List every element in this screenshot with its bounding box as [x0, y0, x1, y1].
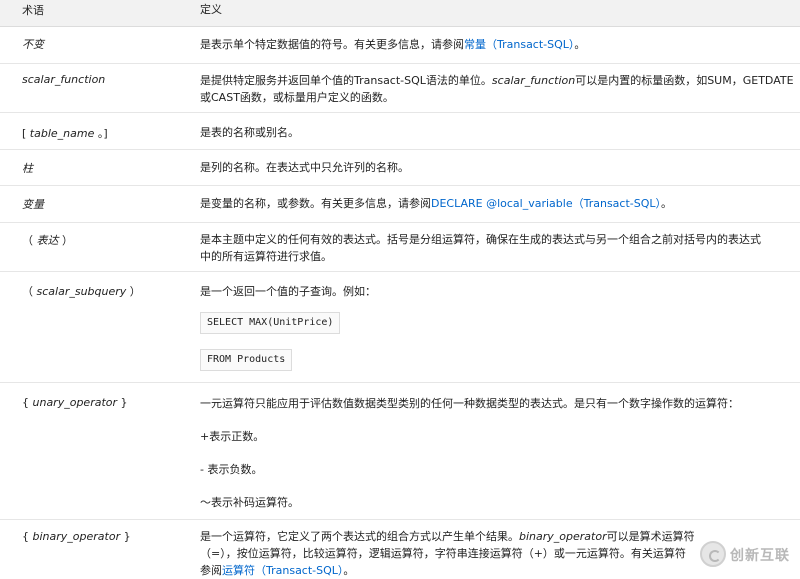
definition-text: +表示正数。	[200, 430, 265, 443]
table-row: 变量 是变量的名称，或参数。有关更多信息，请参阅DECLARE @local_v…	[0, 186, 800, 223]
table-row: scalar_function 是提供特定服务并返回单个值的Transact-S…	[0, 64, 800, 113]
definition-cell: 是提供特定服务并返回单个值的Transact-SQL语法的单位。scalar_f…	[200, 72, 794, 106]
definition-term-italic: scalar_function	[491, 74, 576, 87]
watermark: 创新互联	[700, 535, 800, 577]
table-header: 术语 定义	[0, 0, 800, 27]
term-cell: 柱	[22, 162, 33, 175]
definition-text: （=），按位运算符，比较运算符，逻辑运算符，字符串连接运算符（+）或一元运算符。…	[200, 547, 686, 560]
definition-text: 。	[343, 564, 355, 577]
code-sample: SELECT MAX(UnitPrice)	[200, 312, 341, 334]
definition-text: 可以是算术运算符	[606, 530, 695, 543]
definition-text: 是列的名称。在表达式中只允许列的名称。	[200, 161, 409, 174]
definition-text: 参阅	[200, 564, 222, 577]
term-cell: { unary_operator }	[22, 396, 128, 409]
definition-cell: 是表示单个特定数据值的符号。有关更多信息，请参阅常量（Transact-SQL）…	[200, 36, 782, 53]
table-row: （ 表达 ） 是本主题中定义的任何有效的表达式。括号是分组运算符，确保在生成的表…	[0, 223, 800, 272]
definition-cell: 是本主题中定义的任何有效的表达式。括号是分组运算符，确保在生成的表达式与另一个组…	[200, 231, 782, 265]
table-row: 不变 是表示单个特定数据值的符号。有关更多信息，请参阅常量（Transact-S…	[0, 27, 800, 64]
definition-text: 是表示单个特定数据值的符号。有关更多信息，请参阅	[200, 38, 464, 51]
term-cell: 变量	[22, 198, 44, 211]
definition-text: 是表的名称或别名。	[200, 126, 299, 139]
term-cell: scalar_function	[22, 73, 106, 86]
definition-cell: 是一个运算符，它定义了两个表达式的组合方式以产生单个结果。binary_oper…	[200, 528, 782, 579]
definition-text: 是一个返回一个值的子查询。例如：	[200, 285, 376, 298]
definition-text: 一元运算符只能应用于评估数值数据类型类别的任何一种数据类型的表达式。是只有一个数…	[200, 397, 739, 410]
definition-text: 是提供特定服务并返回单个值的Transact-SQL语法的单位。	[200, 74, 492, 87]
term-cell: （ scalar_subquery ）	[22, 285, 141, 298]
term-cell: 不变	[22, 38, 44, 51]
definition-cell: 一元运算符只能应用于评估数值数据类型类别的任何一种数据类型的表达式。是只有一个数…	[200, 395, 782, 511]
watermark-text: 创新互联	[730, 548, 790, 564]
header-definition: 定义	[200, 3, 222, 16]
term-cell: [ table_name 。]	[22, 127, 108, 140]
term-cell: （ 表达 ）	[22, 234, 73, 247]
definition-text: 是本主题中定义的任何有效的表达式。括号是分组运算符，确保在生成的表达式与另一个组…	[200, 233, 761, 246]
definition-text: 中的所有运算符进行求值。	[200, 250, 332, 263]
definition-term-italic: binary_operator	[519, 530, 607, 543]
table-row: [ table_name 。] 是表的名称或别名。	[0, 113, 800, 150]
declare-local-variable-link[interactable]: DECLARE @local_variable（Transact-SQL）	[431, 197, 661, 210]
definition-text: 〜表示补码运算符。	[200, 496, 299, 509]
logo-icon	[700, 541, 726, 567]
table-row: （ scalar_subquery ） 是一个返回一个值的子查询。例如： SEL…	[0, 272, 800, 383]
definition-text: - 表示负数。	[200, 463, 263, 476]
table-row: 柱 是列的名称。在表达式中只允许列的名称。	[0, 150, 800, 186]
definition-cell: 是列的名称。在表达式中只允许列的名称。	[200, 159, 782, 176]
definition-text: 或CAST函数，或标量用户定义的函数。	[200, 91, 394, 104]
term-cell: { binary_operator }	[22, 530, 131, 543]
operators-link[interactable]: 运算符（Transact-SQL）	[222, 564, 343, 577]
header-term: 术语	[22, 4, 44, 17]
definition-text: 是一个运算符，它定义了两个表达式的组合方式以产生单个结果。	[200, 530, 519, 543]
constants-link[interactable]: 常量（Transact-SQL）	[464, 38, 574, 51]
table-row: { binary_operator } 是一个运算符，它定义了两个表达式的组合方…	[0, 520, 800, 577]
table-row: { unary_operator } 一元运算符只能应用于评估数值数据类型类别的…	[0, 383, 800, 520]
definition-cell: 是表的名称或别名。	[200, 124, 782, 141]
definition-text: 。	[661, 197, 673, 210]
code-sample: FROM Products	[200, 349, 293, 371]
definition-text: 可以是内置的标量函数，如SUM，GETDATE	[575, 74, 794, 87]
definition-cell: 是一个返回一个值的子查询。例如： SELECT MAX(UnitPrice) F…	[200, 283, 782, 371]
definition-text: 是变量的名称，或参数。有关更多信息，请参阅	[200, 197, 431, 210]
definition-cell: 是变量的名称，或参数。有关更多信息，请参阅DECLARE @local_vari…	[200, 195, 782, 212]
definition-text: 。	[574, 38, 586, 51]
